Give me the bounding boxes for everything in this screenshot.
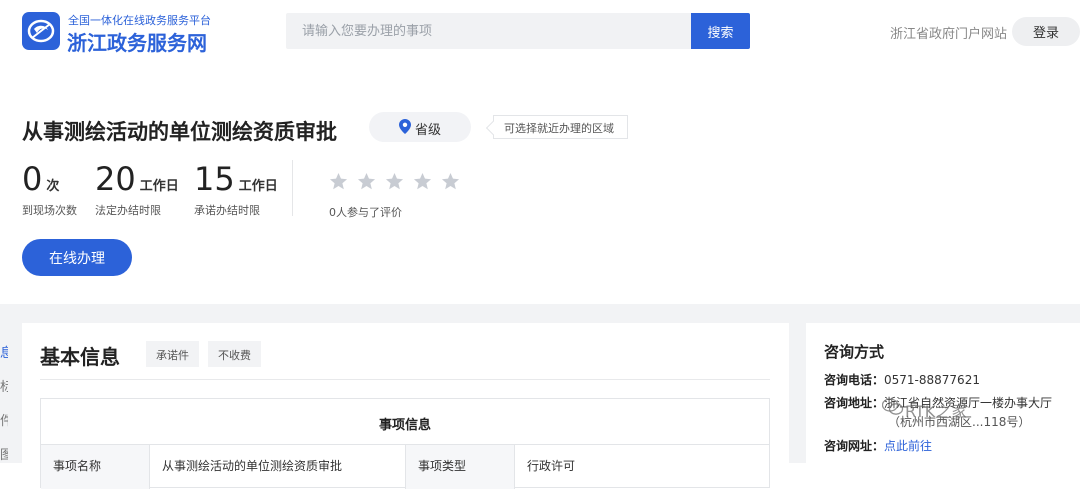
- star-icon[interactable]: [329, 172, 348, 191]
- stat-value: 15: [194, 160, 235, 198]
- url-link[interactable]: 点此前往: [884, 439, 932, 453]
- anchor-item[interactable]: 件: [0, 410, 8, 444]
- platform-subtitle: 全国一体化在线政务服务平台: [68, 14, 211, 27]
- tag-free: 不收费: [208, 341, 261, 367]
- address-label: 咨询地址：: [824, 396, 885, 410]
- stat-value: 20: [95, 160, 136, 198]
- anchor-item[interactable]: 标: [0, 376, 8, 410]
- star-icon[interactable]: [357, 172, 376, 191]
- stat-caption: 到现场次数: [22, 204, 77, 217]
- stat-unit: 工作日: [139, 179, 179, 194]
- stat-legal-limit: 20 工作日 法定办结时限: [95, 160, 179, 217]
- star-icon[interactable]: [413, 172, 432, 191]
- login-button[interactable]: 登录: [1012, 17, 1080, 46]
- stat-value: 0: [22, 160, 43, 198]
- table-cell-value: 从事测绘活动的单位测绘资质审批: [150, 445, 406, 489]
- rating-count: 0人参与了评价: [329, 206, 402, 219]
- table-cell-label: 事项名称: [41, 445, 150, 489]
- consult-url-row: 咨询网址：点此前往: [824, 437, 932, 454]
- online-apply-button[interactable]: 在线办理: [22, 239, 132, 276]
- side-anchor-nav: 息 标 件 图: [0, 342, 10, 478]
- table-title: 事项信息: [41, 399, 769, 445]
- tag-commitment: 承诺件: [146, 341, 199, 367]
- stat-visits: 0次 到现场次数: [22, 160, 77, 217]
- search-box: [286, 13, 692, 49]
- stats-divider: [292, 160, 293, 216]
- watermark-text: RTK之家: [905, 402, 968, 421]
- consult-phone-row: 咨询电话：0571-88877621: [824, 371, 980, 388]
- item-summary: 从事测绘活动的单位测绘资质审批 省级 可选择就近办理的区域 0次 到现场次数 2…: [0, 64, 1080, 304]
- page-title: 从事测绘活动的单位测绘资质审批: [22, 120, 337, 144]
- basic-info-title: 基本信息: [40, 345, 120, 369]
- stat-unit: 次: [46, 179, 60, 194]
- level-label: 省级: [415, 123, 442, 138]
- stat-caption: 法定办结时限: [95, 204, 161, 217]
- stat-unit: 工作日: [238, 179, 278, 194]
- stat-caption: 承诺办结时限: [194, 204, 260, 217]
- gov-portal-link[interactable]: 浙江省政府门户网站: [890, 23, 1007, 42]
- wechat-watermark-icon: [882, 398, 904, 415]
- star-icon[interactable]: [441, 172, 460, 191]
- level-selector[interactable]: 省级: [369, 112, 471, 142]
- divider: [40, 379, 770, 380]
- site-logo-icon[interactable]: [22, 12, 60, 50]
- phone-label: 咨询电话：: [824, 373, 885, 387]
- site-header: 全国一体化在线政务服务平台 浙江政务服务网 搜索 浙江省政府门户网站 登录: [0, 0, 1080, 64]
- search-button[interactable]: 搜索: [691, 13, 750, 49]
- url-label: 咨询网址：: [824, 439, 885, 453]
- location-pin-icon: [399, 119, 411, 134]
- star-icon[interactable]: [385, 172, 404, 191]
- phone-value: 0571-88877621: [884, 373, 980, 387]
- anchor-item[interactable]: 息: [0, 342, 8, 376]
- stat-promised-limit: 15 工作日 承诺办结时限: [194, 160, 278, 217]
- item-info-table: 事项信息 事项名称 从事测绘活动的单位测绘资质审批 事项类型 行政许可: [40, 398, 770, 489]
- basic-info-card: 基本信息 承诺件 不收费 事项信息 事项名称 从事测绘活动的单位测绘资质审批 事…: [22, 323, 789, 489]
- table-cell-value: 行政许可: [527, 459, 576, 473]
- region-tooltip: 可选择就近办理的区域: [493, 115, 628, 139]
- anchor-item[interactable]: 图: [0, 444, 8, 478]
- table-cell-label: 事项类型: [406, 445, 515, 489]
- consult-title: 咨询方式: [824, 343, 885, 361]
- search-input[interactable]: [286, 13, 692, 49]
- rating-stars[interactable]: [329, 172, 469, 195]
- site-name[interactable]: 浙江政务服务网: [67, 27, 207, 56]
